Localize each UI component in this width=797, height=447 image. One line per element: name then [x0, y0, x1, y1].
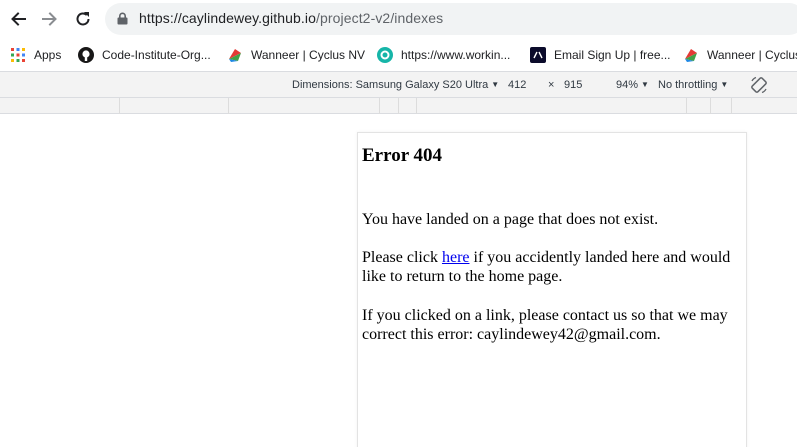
- error-message: You have landed on a page that does not …: [362, 211, 659, 228]
- caret-down-icon: ▼: [720, 80, 729, 89]
- bookmark-label: Apps: [34, 48, 62, 62]
- ruler-divider: [686, 98, 687, 114]
- contact-paragraph: If you clicked on a link, please contact…: [362, 307, 728, 343]
- width-input[interactable]: 412: [508, 79, 526, 91]
- caret-down-icon: ▼: [491, 80, 500, 89]
- bookmark-label: Wanneer | Cyclus NV: [251, 48, 366, 62]
- caret-down-icon: ▼: [641, 80, 649, 89]
- error-page: Error 404 You have landed on a page that…: [362, 133, 746, 343]
- bookmark-email-signup[interactable]: Email Sign Up | free...: [530, 46, 671, 64]
- reload-icon: [76, 12, 90, 26]
- url-host: https://caylindewey.github.io: [139, 10, 316, 26]
- address-bar[interactable]: https://caylindewey.github.io/project2-v…: [105, 3, 797, 35]
- ruler-divider: [731, 98, 732, 114]
- cyclus-icon: [227, 47, 243, 63]
- return-home-text-before: Please click: [362, 249, 442, 266]
- bookmark-label: Email Sign Up | free...: [554, 48, 671, 62]
- forward-button[interactable]: [38, 7, 62, 31]
- device-select[interactable]: Dimensions: Samsung Galaxy S20 Ultra ▼: [292, 79, 499, 91]
- rotate-icon: [751, 76, 767, 94]
- bookmark-apps[interactable]: Apps: [10, 46, 61, 64]
- rotate-button[interactable]: [750, 76, 768, 99]
- github-icon: [78, 47, 94, 63]
- ruler-divider: [398, 98, 399, 114]
- times-sign: ×: [548, 79, 555, 91]
- throttling-select[interactable]: No throttling ▼: [658, 79, 728, 91]
- bookmark-label: Wanneer | Cyclus: [707, 48, 797, 62]
- zoom-label: 94%: [616, 79, 639, 91]
- bookmark-label: https://www.workin...: [401, 48, 511, 62]
- bookmark-cyclus[interactable]: Wanneer | Cyclus: [683, 46, 797, 64]
- forward-arrow-icon: [42, 12, 57, 26]
- device-label: Dimensions: Samsung Galaxy S20 Ultra: [292, 79, 489, 91]
- browser-toolbar: https://caylindewey.github.io/project2-v…: [0, 0, 797, 38]
- back-button[interactable]: [6, 7, 30, 31]
- bookmark-label: Code-Institute-Org...: [102, 48, 211, 62]
- ruler-divider: [228, 98, 229, 114]
- bookmark-cyclus-nv[interactable]: Wanneer | Cyclus NV: [227, 46, 365, 64]
- apps-grid-icon: [10, 47, 26, 63]
- zoom-select[interactable]: 94% ▼: [616, 79, 649, 91]
- lock-icon[interactable]: [117, 12, 128, 25]
- ruler-divider: [119, 98, 120, 114]
- cyclus-icon: [683, 47, 699, 63]
- home-link[interactable]: here: [442, 249, 470, 266]
- ruler-divider: [710, 98, 711, 114]
- throttling-label: No throttling: [658, 79, 718, 91]
- ruler-divider: [379, 98, 380, 114]
- email-signup-icon: [530, 47, 546, 63]
- back-arrow-icon: [11, 12, 26, 26]
- bookmarks-bar: Apps Code-Institute-Org... Wanneer | Cyc…: [0, 38, 797, 71]
- reload-button[interactable]: [71, 7, 95, 31]
- url-path: /project2-v2/indexes: [315, 10, 444, 26]
- page-title: Error 404: [362, 145, 443, 166]
- device-toolbar: Dimensions: Samsung Galaxy S20 Ultra ▼ 41…: [0, 71, 797, 98]
- device-viewport: Error 404 You have landed on a page that…: [357, 132, 747, 447]
- bookmark-code-institute[interactable]: Code-Institute-Org...: [78, 46, 211, 64]
- return-home-paragraph: Please click here if you accidently land…: [362, 248, 746, 286]
- workin-icon: [377, 47, 393, 63]
- media-query-ruler[interactable]: [0, 98, 797, 114]
- ruler-divider: [416, 98, 417, 114]
- height-input[interactable]: 915: [564, 79, 582, 91]
- bookmark-workin[interactable]: https://www.workin...: [377, 46, 510, 64]
- url-text[interactable]: https://caylindewey.github.io/project2-v…: [139, 10, 443, 26]
